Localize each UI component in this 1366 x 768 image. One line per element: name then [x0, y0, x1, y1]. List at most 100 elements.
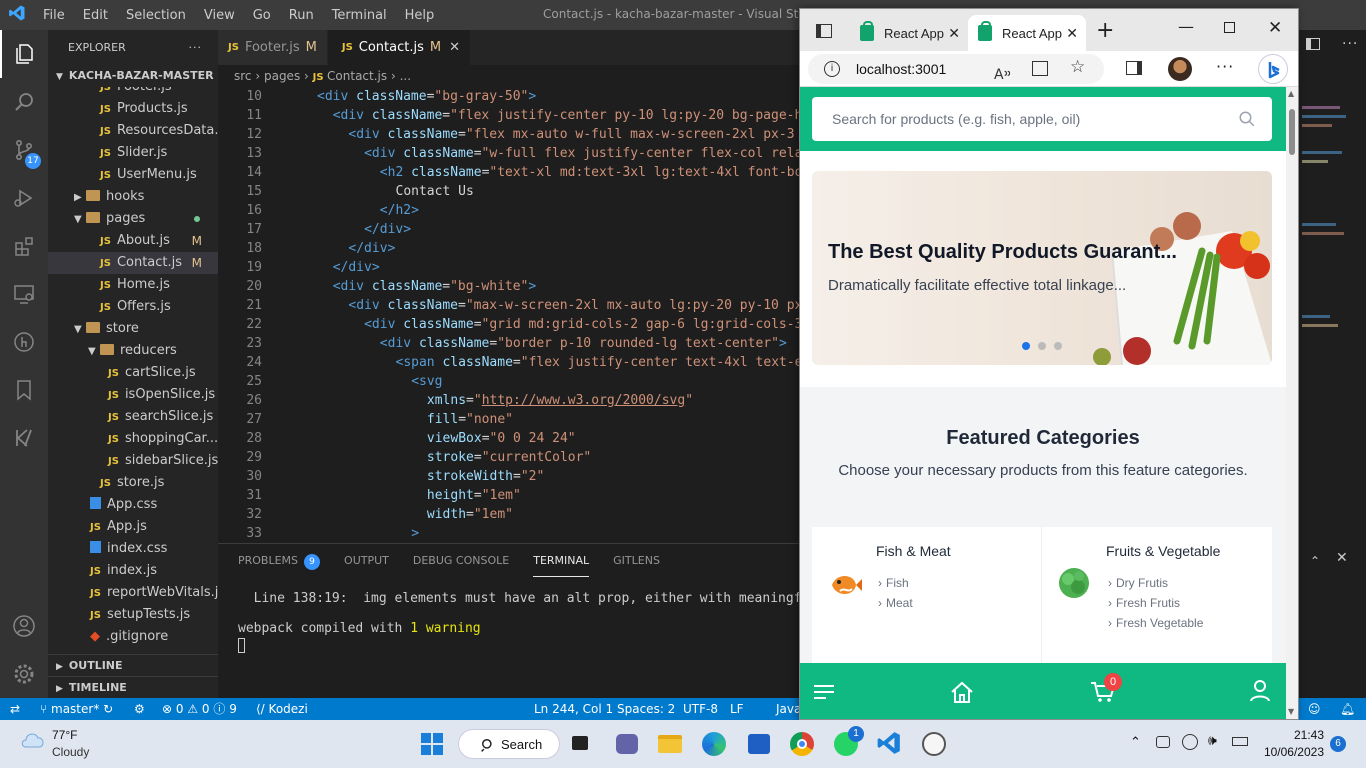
breadcrumb-item[interactable]: ... [400, 69, 411, 83]
menu-file[interactable]: File [34, 8, 74, 23]
breadcrumb-item[interactable]: Contact.js [327, 69, 387, 83]
windows-start-icon[interactable] [420, 732, 444, 756]
file-item[interactable]: JS shoppingCar... [48, 428, 218, 450]
category-subitem[interactable]: › Fresh Vegetable [1108, 613, 1203, 633]
file-item[interactable]: App.css [48, 494, 218, 516]
category-card-fruits-vegetable[interactable]: Fruits & Vegetable › Dry Frutis › Fresh Fru… [1042, 527, 1272, 667]
extensions-icon[interactable] [0, 222, 48, 270]
show-hidden-icons[interactable]: ⌃ [1130, 734, 1141, 750]
notifications-bell-icon[interactable]: 🔔︎ [1340, 698, 1355, 720]
scroll-up-icon[interactable]: ▲ [1288, 89, 1294, 98]
file-item[interactable]: index.css [48, 538, 218, 560]
immersive-reader-icon[interactable] [1032, 61, 1048, 76]
settings-gear-icon[interactable] [0, 650, 48, 698]
sync-icon[interactable]: ⚙ [134, 698, 145, 720]
panel-tab-terminal[interactable]: TERMINAL [533, 544, 590, 577]
panel-close-icon[interactable]: ✕ [1336, 550, 1348, 566]
home-icon[interactable] [950, 681, 974, 703]
file-item[interactable]: JS UserMenu.js [48, 164, 218, 186]
menu-icon[interactable] [814, 685, 834, 699]
category-subitem[interactable]: › Meat [878, 593, 913, 613]
task-view-icon[interactable] [566, 730, 594, 758]
file-explorer-icon[interactable] [656, 730, 684, 758]
chrome-icon[interactable] [788, 730, 816, 758]
menu-run[interactable]: Run [280, 8, 323, 23]
feedback-icon[interactable]: ☺ [1308, 698, 1321, 720]
encoding[interactable]: UTF-8 [683, 698, 718, 720]
file-item[interactable]: JS Products.js [48, 98, 218, 120]
address-bar[interactable]: i localhost:3001 A᠉ ☆ [808, 54, 1104, 84]
onedrive-icon[interactable] [1156, 736, 1170, 748]
category-card-fish-meat[interactable]: Fish & Meat › Fish › Meat [812, 527, 1042, 667]
menu-view[interactable]: View [195, 8, 244, 23]
hero-slider[interactable]: The Best Quality Products Guarant... Dra… [812, 171, 1272, 365]
category-subitem[interactable]: › Dry Frutis [1108, 573, 1203, 593]
line-ending[interactable]: LF [730, 698, 744, 720]
language-globe-icon[interactable] [1182, 734, 1198, 750]
edge-browser-icon[interactable] [700, 730, 728, 758]
search-icon[interactable] [0, 78, 48, 126]
language-mode[interactable]: Java [776, 698, 801, 720]
outline-section[interactable]: ▶ OUTLINE [48, 654, 218, 676]
source-control-icon[interactable]: 17 [0, 126, 48, 174]
folder-item[interactable]: ▶ hooks [48, 186, 218, 208]
file-item[interactable]: JS Offers.js [48, 296, 218, 318]
scroll-down-icon[interactable]: ▼ [1288, 707, 1294, 716]
project-root[interactable]: ▼ KACHA-BAZAR-MASTER [48, 65, 218, 87]
run-debug-icon[interactable] [0, 174, 48, 222]
file-item[interactable]: JS About.js M [48, 230, 218, 252]
read-aloud-icon[interactable]: A᠉ [994, 60, 1011, 84]
close-icon[interactable]: ✕ [449, 40, 460, 55]
menu-help[interactable]: Help [396, 8, 444, 23]
teams-chat-icon[interactable] [612, 730, 640, 758]
file-item[interactable]: JS Home.js [48, 274, 218, 296]
explorer-icon[interactable] [0, 30, 48, 78]
product-search-box[interactable]: Search for products (e.g. fish, apple, o… [812, 97, 1272, 141]
browser-menu-icon[interactable]: ··· [1216, 57, 1234, 76]
file-item[interactable]: JS Contact.js M [48, 252, 218, 274]
scroll-thumb[interactable] [1289, 109, 1295, 155]
browser-tab-2[interactable]: React App ✕ [968, 15, 1086, 51]
menu-terminal[interactable]: Terminal [323, 8, 396, 23]
volume-icon[interactable]: 🕪︎ [1208, 732, 1217, 749]
file-item[interactable]: JS reportWebVitals.js [48, 582, 218, 604]
maximize-icon[interactable] [1224, 22, 1235, 33]
slider-dot[interactable] [1038, 342, 1046, 350]
menu-edit[interactable]: Edit [74, 8, 117, 23]
file-item[interactable]: JS searchSlice.js [48, 406, 218, 428]
file-item[interactable]: JS setupTests.js [48, 604, 218, 626]
cloud-weather-icon[interactable] [20, 730, 46, 748]
clock-app-icon[interactable] [920, 730, 948, 758]
breadcrumb-item[interactable]: src [234, 69, 252, 83]
notification-count-badge[interactable]: 6 [1330, 736, 1346, 752]
file-item[interactable]: JS ResourcesData.js [48, 120, 218, 142]
file-item[interactable]: ◆ .gitignore [48, 626, 218, 648]
microsoft-store-icon[interactable] [744, 730, 772, 758]
folder-item[interactable]: ▼ store [48, 318, 218, 340]
clock-date[interactable]: 10/06/2023 [1258, 745, 1324, 759]
indentation[interactable]: Spaces: 2 [617, 698, 675, 720]
tab-close-icon[interactable]: ✕ [948, 25, 960, 42]
profile-avatar[interactable] [1168, 57, 1192, 81]
kodezi-status[interactable]: ⟨/ Kodezi [256, 698, 308, 720]
user-icon[interactable] [1250, 680, 1270, 702]
favorite-star-icon[interactable]: ☆ [1070, 57, 1085, 77]
slider-dot[interactable] [1054, 342, 1062, 350]
tab-close-icon[interactable]: ✕ [1066, 25, 1078, 42]
branch-indicator[interactable]: ⑂ master* ↻ [40, 698, 113, 720]
category-subitem[interactable]: › Fish [878, 573, 913, 593]
window-close-icon[interactable]: ✕ [1268, 18, 1282, 38]
panel-tab-debug-console[interactable]: DEBUG CONSOLE [413, 544, 509, 577]
remote-icon[interactable]: ⇄ [10, 698, 20, 720]
page-scrollbar[interactable]: ▲ ▼ [1286, 87, 1298, 719]
file-item[interactable]: JS sidebarSlice.js [48, 450, 218, 472]
panel-tab-output[interactable]: OUTPUT [344, 544, 389, 577]
menu-selection[interactable]: Selection [117, 8, 195, 23]
split-screen-icon[interactable] [1126, 61, 1142, 75]
gitlens-icon[interactable] [0, 318, 48, 366]
remote-explorer-icon[interactable] [0, 270, 48, 318]
category-subitem[interactable]: › Fresh Frutis [1108, 593, 1203, 613]
file-item[interactable]: JS App.js [48, 516, 218, 538]
code-editor[interactable]: 10 <div className="bg-gray-50"> 11 <div cla… [218, 87, 800, 542]
tab-actions-icon[interactable] [816, 24, 832, 38]
